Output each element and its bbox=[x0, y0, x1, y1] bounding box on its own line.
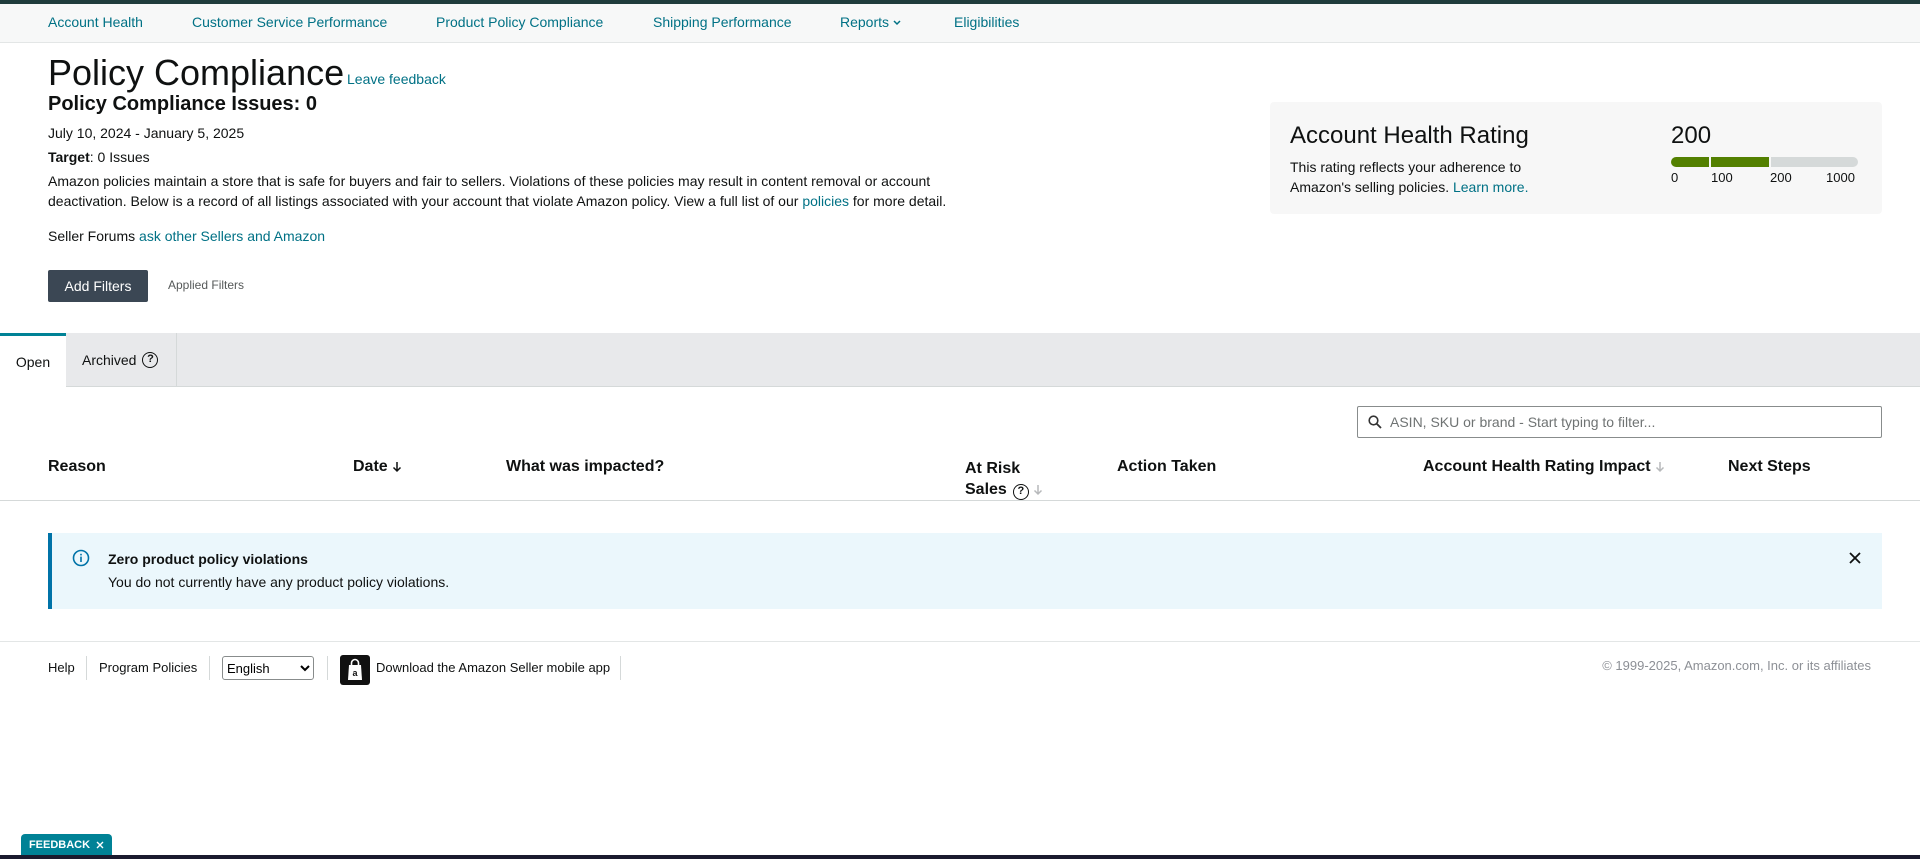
ahr-progress-bar bbox=[1671, 157, 1858, 167]
forums-label: Seller Forums bbox=[48, 228, 140, 244]
footer-separator bbox=[209, 656, 210, 680]
close-icon[interactable] bbox=[96, 841, 104, 849]
footer-separator bbox=[86, 656, 87, 680]
sort-arrow-down-icon bbox=[392, 461, 401, 472]
footer-separator bbox=[620, 656, 621, 680]
alert-text: You do not currently have any product po… bbox=[108, 574, 450, 590]
tab-archived-label: Archived bbox=[82, 352, 137, 368]
seller-forums-line: Seller Forums ask other Sellers and Amaz… bbox=[48, 228, 325, 244]
chevron-down-icon bbox=[893, 20, 901, 26]
close-icon[interactable] bbox=[1846, 549, 1864, 567]
nav-eligibilities[interactable]: Eligibilities bbox=[954, 14, 1019, 30]
shopping-bag-icon: a bbox=[348, 658, 362, 680]
download-app-link[interactable]: Download the Amazon Seller mobile app bbox=[376, 660, 610, 675]
add-filters-button[interactable]: Add Filters bbox=[48, 270, 148, 302]
ahr-tick-200: 200 bbox=[1770, 170, 1792, 185]
tab-open-label: Open bbox=[15, 353, 51, 370]
help-icon[interactable]: ? bbox=[142, 352, 159, 368]
column-date[interactable]: Date bbox=[353, 458, 402, 476]
top-navigation: Account Health Customer Service Performa… bbox=[0, 4, 1920, 43]
tab-archived[interactable]: Archived? bbox=[66, 333, 177, 387]
alert-title: Zero product policy violations bbox=[108, 551, 308, 567]
ahr-tick-100: 100 bbox=[1711, 170, 1733, 185]
column-at-risk-label-2: Sales bbox=[965, 481, 1007, 498]
sort-arrow-down-icon bbox=[1033, 484, 1042, 495]
target-label: Target bbox=[48, 149, 90, 165]
footer-separator bbox=[327, 656, 328, 680]
table-header-divider bbox=[0, 500, 1920, 501]
feedback-tab[interactable]: FEEDBACK bbox=[21, 834, 112, 856]
tab-open[interactable]: Open bbox=[0, 333, 66, 387]
policies-link[interactable]: policies bbox=[802, 193, 849, 209]
column-ahr-impact-label: Account Health Rating Impact bbox=[1423, 458, 1651, 475]
applied-filters-label: Applied Filters bbox=[168, 278, 245, 292]
nav-customer-service-performance[interactable]: Customer Service Performance bbox=[192, 14, 387, 30]
target-value: : 0 Issues bbox=[89, 149, 150, 165]
description-text-start: Amazon policies maintain a store that is… bbox=[48, 173, 931, 209]
column-at-risk-label-1: At Risk bbox=[965, 460, 1021, 477]
issues-count-heading: Policy Compliance Issues: 0 bbox=[48, 93, 317, 115]
bottom-bar bbox=[0, 855, 1920, 859]
ahr-tick-0: 0 bbox=[1671, 170, 1679, 185]
ahr-score: 200 bbox=[1671, 122, 1712, 149]
search-icon bbox=[1368, 415, 1382, 429]
nav-reports[interactable]: Reports bbox=[840, 14, 901, 30]
footer-program-policies-link[interactable]: Program Policies bbox=[99, 660, 197, 675]
amazon-seller-app-icon[interactable]: a bbox=[340, 655, 370, 685]
help-icon[interactable]: ? bbox=[1012, 484, 1029, 500]
column-reason: Reason bbox=[48, 458, 106, 475]
language-select[interactable]: English bbox=[222, 656, 314, 680]
feedback-tab-label: FEEDBACK bbox=[28, 839, 91, 851]
ahr-tick-1000: 1000 bbox=[1826, 170, 1855, 185]
nav-product-policy-compliance[interactable]: Product Policy Compliance bbox=[436, 14, 603, 30]
ahr-title: Account Health Rating bbox=[1290, 122, 1529, 149]
column-what-was-impacted: What was impacted? bbox=[506, 458, 665, 475]
info-alert: Zero product policy violations You do no… bbox=[48, 533, 1882, 609]
ahr-description: This rating reflects your adherence to A… bbox=[1290, 157, 1560, 197]
sort-arrow-down-icon bbox=[1655, 461, 1664, 472]
ahr-bar-segment-2 bbox=[1711, 157, 1769, 167]
search-input[interactable] bbox=[1388, 408, 1878, 436]
forums-link[interactable]: ask other Sellers and Amazon bbox=[139, 228, 325, 244]
search-box bbox=[1357, 406, 1882, 438]
column-ahr-impact[interactable]: Account Health Rating Impact bbox=[1423, 458, 1665, 476]
ahr-bar-segment-1 bbox=[1671, 157, 1709, 167]
column-action-taken: Action Taken bbox=[1117, 458, 1217, 475]
ahr-bar-segment-3 bbox=[1771, 157, 1858, 167]
footer-divider bbox=[0, 641, 1920, 642]
footer-help-link[interactable]: Help bbox=[48, 660, 75, 675]
date-range: July 10, 2024 - January 5, 2025 bbox=[48, 125, 245, 141]
nav-reports-label: Reports bbox=[840, 14, 890, 30]
nav-shipping-performance[interactable]: Shipping Performance bbox=[653, 14, 792, 30]
nav-account-health[interactable]: Account Health bbox=[48, 14, 143, 30]
column-at-risk-sales[interactable]: At Risk Sales? bbox=[965, 458, 1043, 500]
learn-more-link[interactable]: Learn more. bbox=[1453, 179, 1528, 195]
column-next-steps: Next Steps bbox=[1728, 458, 1811, 475]
account-health-rating-card: Account Health Rating This rating reflec… bbox=[1270, 102, 1882, 214]
page-title: Policy Compliance bbox=[48, 52, 345, 93]
target-line: Target: 0 Issues bbox=[48, 149, 150, 165]
tabs-bar: Open Archived? bbox=[0, 333, 1920, 387]
leave-feedback-link[interactable]: Leave feedback bbox=[347, 71, 446, 87]
description-text-end: for more detail. bbox=[849, 193, 947, 209]
column-date-label: Date bbox=[353, 458, 388, 475]
copyright-text: © 1999-2025, Amazon.com, Inc. or its aff… bbox=[1602, 658, 1871, 673]
policy-description: Amazon policies maintain a store that is… bbox=[48, 171, 968, 211]
info-icon bbox=[72, 549, 90, 567]
